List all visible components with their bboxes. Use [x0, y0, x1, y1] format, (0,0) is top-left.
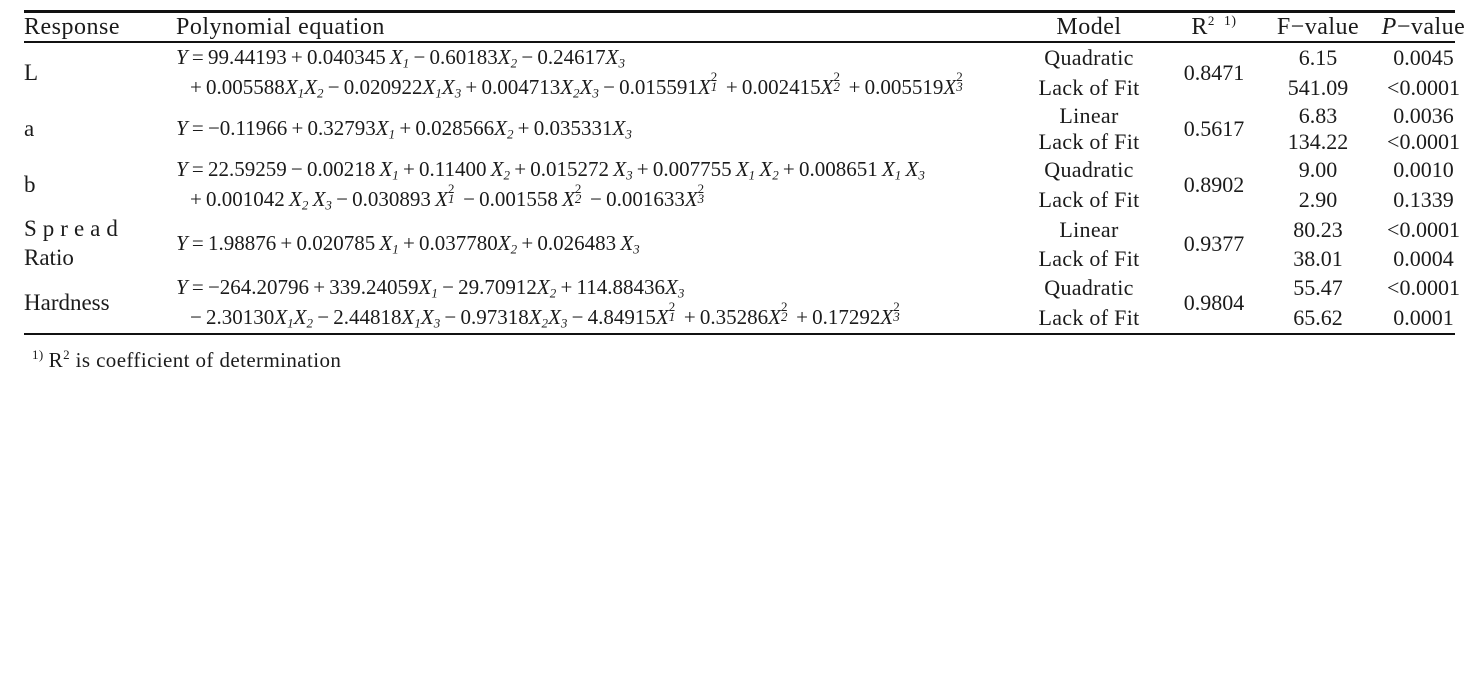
- r-squared-cell: 0.8902: [1183, 172, 1245, 198]
- footnote-symbol: R: [48, 348, 64, 373]
- model-cell: Quadratic: [1044, 157, 1134, 183]
- equation-line: Y = −0.11966 + 0.32793X1 + 0.028566X2 + …: [176, 116, 632, 142]
- footnote-exponent: 2: [63, 347, 70, 363]
- table-row: L Y = 99.44193 + 0.040345 X1 − 0.60183X2 …: [24, 43, 1475, 101]
- equation-cell: Y = 22.59259 − 0.00218 X1 + 0.11400 X2 +…: [176, 155, 1014, 215]
- regression-results-table: Response Polynomial equation Model R2 1) …: [24, 13, 1475, 41]
- lack-of-fit-f-value: 134.22: [1287, 129, 1349, 155]
- column-header-p-value: P−value: [1372, 13, 1475, 41]
- table-body: L Y = 99.44193 + 0.040345 X1 − 0.60183X2 …: [24, 43, 1475, 333]
- response-cell: L: [24, 59, 39, 85]
- lack-of-fit-p-value: 0.0004: [1393, 245, 1454, 271]
- table-row: b Y = 22.59259 − 0.00218 X1 + 0.11400 X2 …: [24, 155, 1475, 213]
- model-cell: Quadratic: [1044, 45, 1134, 71]
- column-header-equation: Polynomial equation: [176, 13, 385, 40]
- lack-of-fit-label: Lack of Fit: [1038, 245, 1140, 271]
- table-row: Spread Ratio Y = 1.98876 + 0.020785 X1 + 0…: [24, 215, 1475, 270]
- column-header-f-value: F−value: [1276, 13, 1360, 40]
- table-row: Hardness Y = −264.20796 + 339.24059X1 − 2…: [24, 273, 1475, 331]
- r2-footnote-mark: 1): [1223, 14, 1237, 29]
- r-squared-cell: 0.8471: [1183, 60, 1245, 86]
- regression-results-body: L Y = 99.44193 + 0.040345 X1 − 0.60183X2 …: [24, 43, 1475, 333]
- lack-of-fit-label: Lack of Fit: [1038, 305, 1140, 331]
- equation-line: + 0.001042 X2 X3 − 0.030893 X21 − 0.0015…: [190, 180, 705, 213]
- f-value-cell: 6.83: [1298, 103, 1338, 129]
- model-cell: Linear: [1059, 103, 1119, 129]
- r-squared-cell: 0.9377: [1183, 231, 1245, 257]
- column-header-r-squared: R2 1): [1164, 13, 1264, 41]
- response-cell: Hardness: [24, 289, 110, 315]
- model-cell: Quadratic: [1044, 274, 1134, 300]
- p-value-cell: 0.0045: [1393, 45, 1454, 71]
- lack-of-fit-p-value: <0.0001: [1387, 129, 1460, 155]
- lack-of-fit-label: Lack of Fit: [1038, 129, 1140, 155]
- f-value-cell: 9.00: [1298, 157, 1338, 183]
- lack-of-fit-label: Lack of Fit: [1038, 75, 1140, 101]
- equation-cell: Y = 99.44193 + 0.040345 X1 − 0.60183X2 −…: [176, 43, 1014, 103]
- table-footnote: 1) R2 is coefficient of determination: [24, 335, 1455, 373]
- p-value-cell: 0.0010: [1393, 157, 1454, 183]
- table-row: a Y = −0.11966 + 0.32793X1 + 0.028566X2 +…: [24, 103, 1475, 142]
- lack-of-fit-label: Lack of Fit: [1038, 187, 1140, 213]
- p-value-cell: <0.0001: [1387, 274, 1460, 300]
- equation-cell: Y = −264.20796 + 339.24059X1 − 29.70912X…: [176, 273, 1014, 333]
- equation-line: − 2.30130X1X2 − 2.44818X1X3 − 0.97318X2X…: [190, 298, 900, 331]
- column-header-model: Model: [1056, 13, 1122, 40]
- lack-of-fit-f-value: 38.01: [1293, 245, 1343, 271]
- response-label-line2: Ratio: [24, 245, 74, 271]
- equation-line: Y = 22.59259 − 0.00218 X1 + 0.11400 X2 +…: [176, 157, 925, 183]
- lack-of-fit-f-value: 65.62: [1293, 305, 1343, 331]
- equation-line: Y = −264.20796 + 339.24059X1 − 29.70912X…: [176, 274, 685, 301]
- r-squared-cell: 0.9804: [1183, 290, 1245, 316]
- lack-of-fit-p-value: 0.0001: [1393, 305, 1454, 331]
- table-header: Response Polynomial equation Model R2 1) …: [24, 13, 1475, 41]
- lack-of-fit-p-value: <0.0001: [1387, 75, 1460, 101]
- p-value-suffix: −value: [1396, 13, 1466, 40]
- f-value-cell: 80.23: [1293, 216, 1343, 242]
- lack-of-fit-f-value: 2.90: [1298, 187, 1338, 213]
- header-row: Response Polynomial equation Model R2 1) …: [24, 13, 1475, 41]
- equation-line: Y = 1.98876 + 0.020785 X1 + 0.037780X2 +…: [176, 231, 640, 257]
- p-value-cell: 0.0036: [1393, 103, 1454, 129]
- footnote-text: is coefficient of determination: [75, 348, 342, 373]
- equation-cell: Y = −0.11966 + 0.32793X1 + 0.028566X2 + …: [176, 103, 1014, 155]
- footnote-mark: 1): [32, 347, 44, 363]
- response-label-line1: Spread: [24, 216, 124, 242]
- f-value-cell: 6.15: [1298, 45, 1338, 71]
- equation-line: Y = 99.44193 + 0.040345 X1 − 0.60183X2 −…: [176, 45, 625, 71]
- f-value-cell: 55.47: [1293, 274, 1343, 300]
- model-cell: Linear: [1059, 216, 1119, 242]
- equation-line: + 0.005588X1X2 − 0.020922X1X3 + 0.004713…: [190, 68, 963, 101]
- response-cell: a: [24, 115, 35, 141]
- column-header-response: Response: [24, 13, 120, 40]
- r-squared-cell: 0.5617: [1183, 116, 1245, 142]
- r2-exponent: 2: [1207, 13, 1215, 28]
- table-container: Response Polynomial equation Model R2 1) …: [0, 10, 1479, 684]
- response-cell: b: [24, 171, 36, 197]
- p-value-cell: <0.0001: [1387, 216, 1460, 242]
- lack-of-fit-f-value: 541.09: [1287, 75, 1349, 101]
- equation-cell: Y = 1.98876 + 0.020785 X1 + 0.037780X2 +…: [176, 215, 1014, 273]
- response-cell: Spread Ratio: [24, 215, 176, 273]
- r2-symbol: R: [1191, 14, 1208, 40]
- lack-of-fit-p-value: 0.1339: [1393, 187, 1454, 213]
- p-symbol: P: [1381, 13, 1397, 40]
